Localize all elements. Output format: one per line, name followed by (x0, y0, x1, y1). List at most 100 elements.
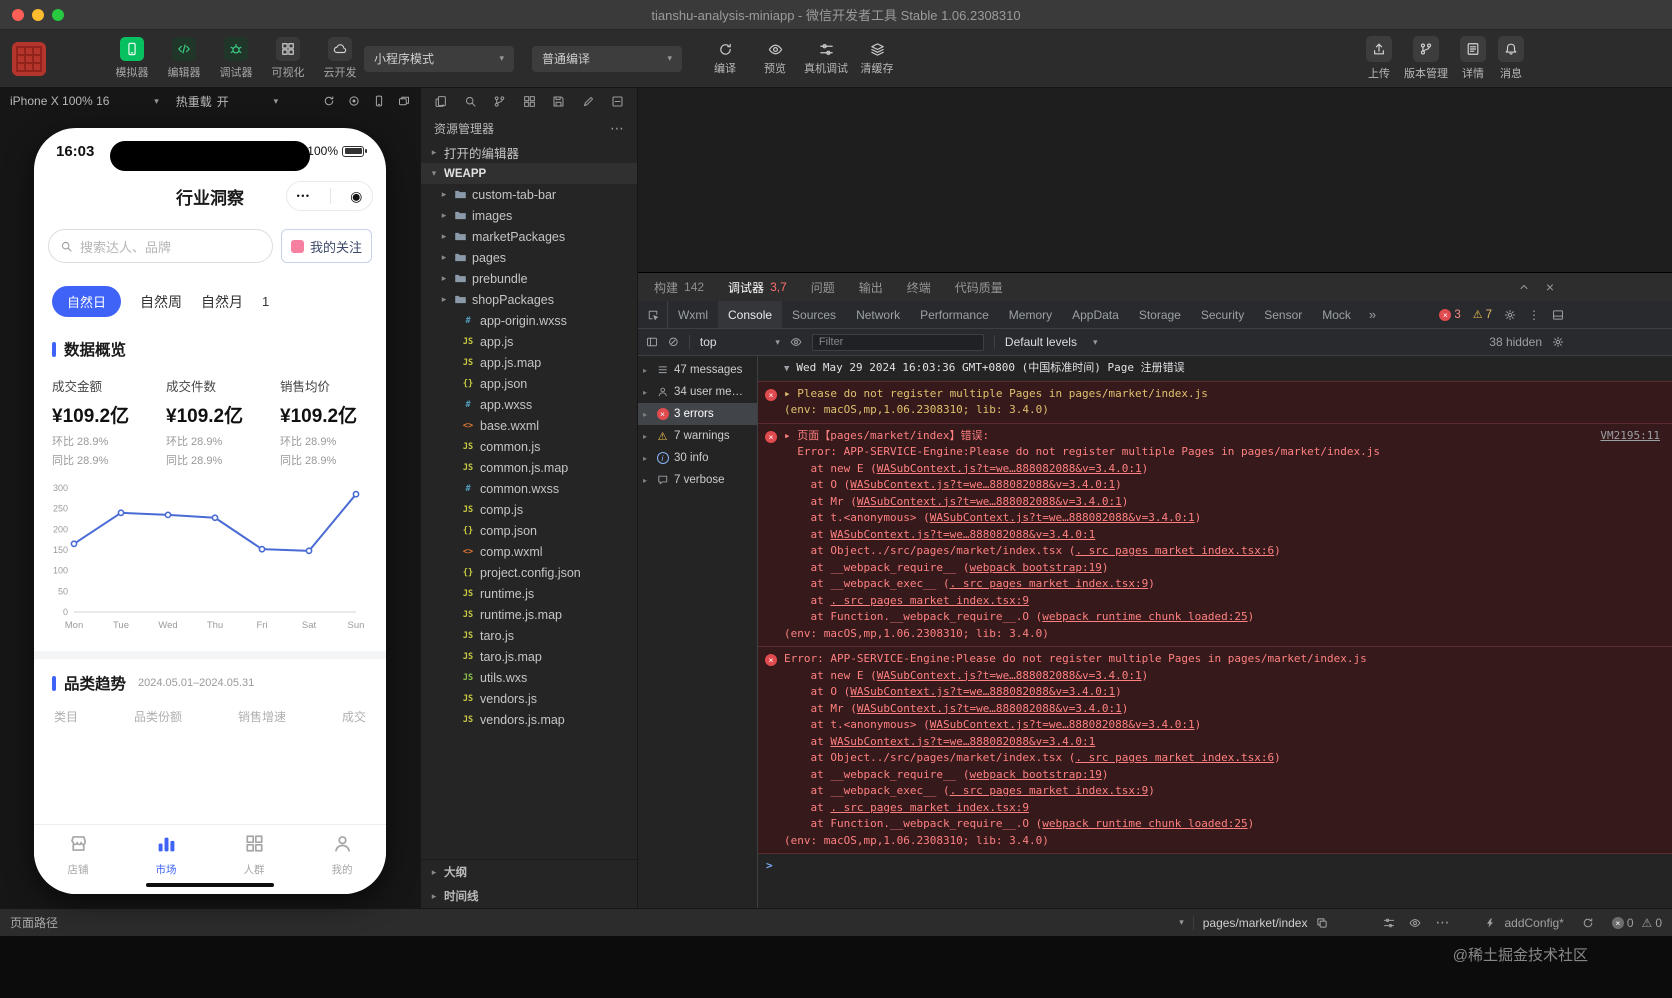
toolbar-mode-button-2[interactable]: 调试器 (212, 37, 260, 80)
more-actions-icon[interactable] (610, 120, 624, 137)
devtools-tab-sensor[interactable]: Sensor (1254, 301, 1312, 328)
toolbar-action-button-2[interactable]: 真机调试 (804, 42, 848, 76)
more-tabs-icon[interactable] (1361, 301, 1384, 328)
close-panel-icon[interactable]: × (1546, 279, 1554, 295)
devtools-tab-sources[interactable]: Sources (782, 301, 846, 328)
open-editors-row[interactable]: ▸ 打开的编辑器 (421, 142, 637, 163)
file-row[interactable]: JS comp.js (421, 499, 637, 520)
execution-context-select[interactable]: top (700, 335, 780, 349)
stack-trace-link[interactable]: . src pages market index.tsx:9 (950, 784, 1149, 797)
stack-trace-link[interactable]: webpack runtime chunk loaded:25 (1042, 817, 1247, 830)
collapse-panel-icon[interactable] (1518, 281, 1530, 293)
refresh-icon[interactable] (323, 95, 335, 107)
toolbar-right-button-3[interactable]: 消息 (1498, 36, 1524, 81)
source-location-link[interactable]: VM2195:11 (1600, 428, 1660, 445)
file-row[interactable]: JS vendors.js.map (421, 709, 637, 730)
stack-trace-link[interactable]: WASubContext.js?t=we…888082088&v=3.4.0:1 (830, 735, 1095, 748)
error-count-badge[interactable]: × 3 (1439, 308, 1461, 321)
console-sidebar-toggle-icon[interactable] (646, 336, 658, 348)
refresh-icon[interactable] (1582, 917, 1594, 929)
stack-trace-link[interactable]: WASubContext.js?t=we…888082088&v=3.4.0:1 (857, 495, 1122, 508)
panel-tab-2[interactable]: 问题 (811, 279, 835, 296)
toolbar-action-button-3[interactable]: 清缓存 (856, 42, 898, 76)
eye-icon[interactable] (1409, 917, 1421, 929)
inspect-element-icon[interactable] (638, 301, 668, 328)
search-icon[interactable] (464, 95, 477, 108)
stack-trace-link[interactable]: . src pages market index.tsx:9 (830, 801, 1029, 814)
console-filter-item-4[interactable]: ▸ i 30 info (638, 447, 757, 469)
file-row[interactable]: # app-origin.wxss (421, 310, 637, 331)
date-tab-1[interactable]: 自然周 (140, 292, 182, 312)
file-row[interactable]: {} app.json (421, 373, 637, 394)
explorer-section-row[interactable]: ▸ 大纲 (421, 860, 637, 884)
toolbar-right-button-0[interactable]: 上传 (1366, 36, 1392, 81)
toolbar-mode-button-1[interactable]: 编辑器 (160, 37, 208, 80)
toolbar-mode-button-0[interactable]: 模拟器 (108, 37, 156, 80)
copy-path-icon[interactable] (1316, 917, 1328, 929)
panel-tab-1[interactable]: 调试器 3,7 (728, 279, 787, 296)
devtools-tab-performance[interactable]: Performance (910, 301, 999, 328)
statusbar-error-count[interactable]: × 0 (1611, 916, 1634, 930)
devtools-tab-memory[interactable]: Memory (999, 301, 1062, 328)
file-row[interactable]: <> base.wxml (421, 415, 637, 436)
devtools-tab-network[interactable]: Network (846, 301, 910, 328)
multi-window-icon[interactable] (398, 95, 410, 107)
more-icon[interactable]: ••• (297, 191, 311, 201)
close-window-button[interactable] (12, 8, 24, 21)
project-root-row[interactable]: ▾ WEAPP (421, 163, 637, 184)
panel-tab-4[interactable]: 终端 (907, 279, 931, 296)
stack-trace-link[interactable]: WASubContext.js?t=we…888082088&v=3.4.0:1 (857, 702, 1122, 715)
stack-trace-link[interactable]: webpack bootstrap:19 (969, 561, 1101, 574)
file-row[interactable]: # common.wxss (421, 478, 637, 499)
toolbar-mode-button-3[interactable]: 可视化 (264, 37, 312, 80)
statusbar-warning-count[interactable]: ⚠ 0 (1642, 916, 1662, 930)
device-select[interactable]: iPhone X 100% 16 (10, 94, 109, 108)
zoom-window-button[interactable] (52, 8, 64, 21)
file-row[interactable]: {} comp.json (421, 520, 637, 541)
gear-icon[interactable] (1504, 309, 1516, 321)
expand-arrow-icon[interactable]: ▼ (784, 364, 789, 374)
date-tab-2[interactable]: 自然月 (201, 292, 243, 312)
kebab-menu-icon[interactable]: ⋮ (1528, 308, 1540, 322)
tune-icon[interactable] (1383, 917, 1395, 929)
devtools-tab-mock[interactable]: Mock (1312, 301, 1361, 328)
toolbar-action-button-0[interactable]: 编译 (704, 42, 746, 76)
file-row[interactable]: JS app.js (421, 331, 637, 352)
file-row[interactable]: JS taro.js (421, 625, 637, 646)
warning-count-badge[interactable]: ⚠ 7 (1473, 308, 1492, 322)
add-config-label[interactable]: addConfig* (1504, 916, 1563, 930)
console-filter-input[interactable] (811, 333, 984, 351)
folder-row[interactable]: ▸ pages (421, 247, 637, 268)
capsule-target-icon[interactable]: ◉ (350, 188, 362, 205)
tabbar-item-market[interactable]: 市场 (122, 825, 210, 884)
file-row[interactable]: JS runtime.js.map (421, 604, 637, 625)
toolbar-right-button-1[interactable]: 版本管理 (1404, 36, 1448, 81)
stack-trace-link[interactable]: WASubContext.js?t=we…888082088&v=3.4.0:1 (830, 528, 1095, 541)
folder-row[interactable]: ▸ custom-tab-bar (421, 184, 637, 205)
folder-row[interactable]: ▸ shopPackages (421, 289, 637, 310)
toolbar-action-button-1[interactable]: 预览 (754, 42, 796, 76)
stack-trace-link[interactable]: . src pages market index.tsx:9 (950, 577, 1149, 590)
dock-panel-icon[interactable] (1552, 309, 1564, 321)
console-filter-item-3[interactable]: ▸ ⚠ 7 warnings (638, 425, 757, 447)
console-filter-item-2[interactable]: ▸ × 3 errors (638, 403, 757, 425)
clear-console-icon[interactable] (668, 334, 679, 350)
panel-tab-0[interactable]: 构建 142 (654, 279, 704, 296)
hot-reload-label[interactable]: 热重载 (176, 93, 212, 110)
devtools-tab-security[interactable]: Security (1191, 301, 1254, 328)
file-row[interactable]: JS common.js (421, 436, 637, 457)
record-icon[interactable] (348, 95, 360, 107)
file-row[interactable]: {} project.config.json (421, 562, 637, 583)
toolbar-mode-button-4[interactable]: 云开发 (316, 37, 364, 80)
stack-trace-link[interactable]: WASubContext.js?t=we…888082088&v=3.4.0:1 (930, 718, 1195, 731)
stack-trace-link[interactable]: webpack bootstrap:19 (969, 768, 1101, 781)
panel-tab-5[interactable]: 代码质量 (955, 279, 1003, 296)
console-filter-item-0[interactable]: ▸ 47 messages (638, 359, 757, 381)
compile-select[interactable]: 普通编译 (532, 45, 682, 72)
devtools-tab-appdata[interactable]: AppData (1062, 301, 1129, 328)
file-row[interactable]: JS utils.wxs (421, 667, 637, 688)
stack-trace-link[interactable]: WASubContext.js?t=we…888082088&v=3.4.0:1 (930, 511, 1195, 524)
explorer-section-row[interactable]: ▸ 时间线 (421, 884, 637, 908)
hot-reload-state[interactable]: 开 (217, 93, 229, 110)
file-row[interactable]: JS common.js.map (421, 457, 637, 478)
